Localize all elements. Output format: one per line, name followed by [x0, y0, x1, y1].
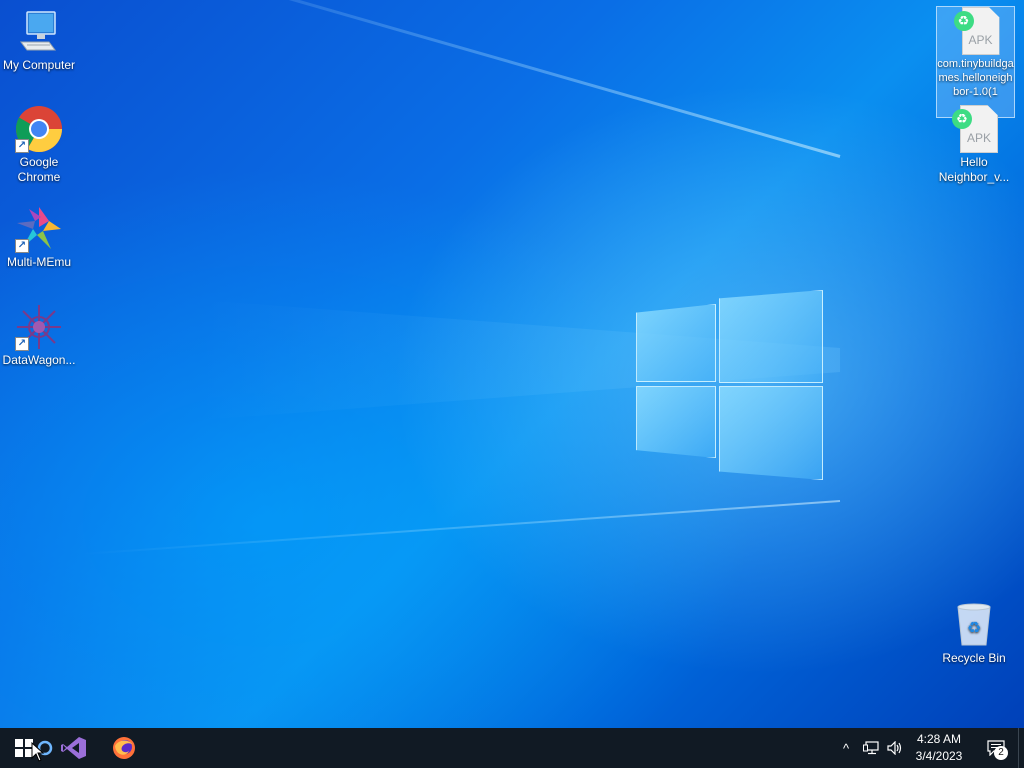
multimemu-icon: ↗	[15, 205, 63, 253]
taskbar: ^ 4:28 AM 3/4/2023 2	[0, 728, 1024, 768]
datawagon-icon: ↗	[15, 303, 63, 351]
chrome-icon: ↗	[15, 105, 63, 153]
firefox-taskbar-button[interactable]	[100, 728, 148, 768]
network-icon	[863, 741, 879, 755]
shortcut-arrow-icon: ↗	[15, 239, 29, 253]
desktop-icon-hello-neighbor-apk[interactable]: APK ♻ Hello Neighbor_v...	[936, 105, 1012, 185]
desktop-icon-my-computer[interactable]: My Computer	[1, 8, 77, 73]
android-recycle-badge-icon: ♻	[953, 11, 974, 31]
apk-file-icon: APK ♻	[950, 105, 998, 153]
desktop-icon-label: com.tinybuildgames.helloneighbor-1.0(1	[937, 58, 1014, 98]
android-recycle-badge-icon: ♻	[952, 109, 972, 129]
apk-file-icon: APK ♻	[952, 7, 1000, 55]
desktop-icon-recycle-bin[interactable]: ♻ Recycle Bin	[936, 601, 1012, 666]
desktop-icon-label: Hello Neighbor_v...	[938, 155, 1010, 184]
notification-count-badge: 2	[994, 746, 1008, 760]
windows-logo-wallpaper	[636, 290, 824, 480]
desktop-icon-google-chrome[interactable]: ↗ Google Chrome	[1, 105, 77, 185]
desktop[interactable]: My Computer ↗ Google Chrome ↗ Multi-MEmu…	[0, 0, 1024, 728]
mouse-cursor-icon	[31, 742, 45, 762]
apk-badge-text: APK	[966, 131, 991, 145]
logo-pane	[719, 386, 823, 480]
firefox-icon	[113, 737, 135, 759]
chevron-up-icon: ^	[842, 740, 850, 756]
desktop-icon-apk-file-selected[interactable]: APK ♻ com.tinybuildgames.helloneighbor-1…	[936, 6, 1015, 118]
network-button[interactable]	[860, 728, 882, 768]
speaker-icon	[887, 741, 902, 755]
logo-pane	[636, 304, 716, 382]
show-desktop-button[interactable]	[1018, 728, 1024, 768]
shortcut-arrow-icon: ↗	[15, 139, 29, 153]
action-center-button[interactable]: 2	[978, 728, 1014, 768]
clock-time: 4:28 AM	[916, 732, 962, 746]
desktop-icon-label: Google Chrome	[17, 155, 61, 184]
desktop-icon-label: DataWagon...	[2, 353, 76, 367]
logo-pane	[636, 386, 716, 458]
svg-text:♻: ♻	[967, 618, 981, 637]
show-hidden-icons-button[interactable]: ^	[836, 728, 856, 768]
wallpaper-light-beam	[89, 0, 841, 158]
clock-button[interactable]: 4:28 AM 3/4/2023	[908, 728, 970, 768]
desktop-icon-label: Recycle Bin	[942, 651, 1006, 665]
logo-pane	[719, 290, 823, 383]
recycle-bin-icon: ♻	[950, 601, 998, 649]
shortcut-arrow-icon: ↗	[15, 337, 29, 351]
apk-badge-text: APK	[968, 33, 993, 47]
computer-icon	[15, 8, 63, 56]
volume-button[interactable]	[884, 728, 906, 768]
wallpaper-light-beam	[81, 500, 841, 556]
visual-studio-icon	[61, 737, 86, 759]
desktop-icon-multi-memu[interactable]: ↗ Multi-MEmu	[1, 205, 77, 270]
clock-date: 3/4/2023	[915, 749, 963, 763]
desktop-icon-label: My Computer	[2, 58, 76, 72]
desktop-icon-datawagon[interactable]: ↗ DataWagon...	[1, 303, 77, 368]
desktop-icon-label: Multi-MEmu	[6, 255, 71, 269]
visual-studio-taskbar-button[interactable]	[50, 728, 98, 768]
